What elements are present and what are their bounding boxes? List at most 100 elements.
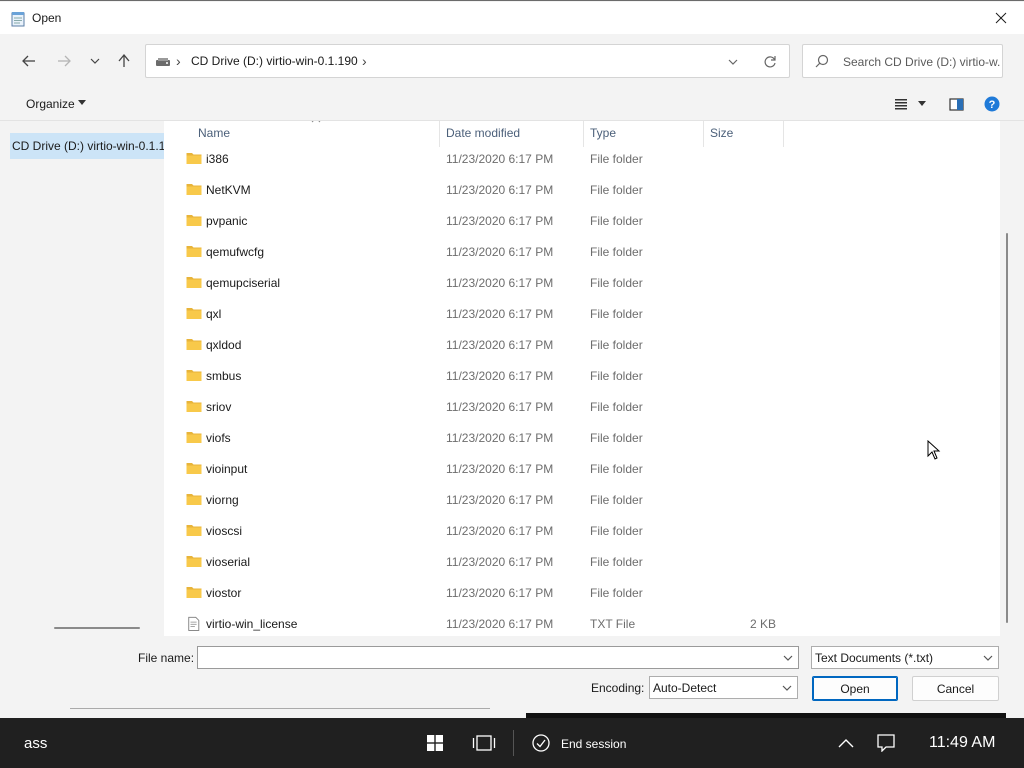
- breadcrumb-separator: ›: [176, 53, 181, 69]
- file-type: File folder: [590, 493, 643, 507]
- search-input[interactable]: [843, 53, 1001, 71]
- file-row[interactable]: qemupciserial 11/23/2020 6:17 PM File fold…: [164, 267, 1000, 298]
- file-name: qemupciserial: [206, 276, 281, 290]
- file-type: TXT File: [590, 617, 636, 631]
- file-row[interactable]: vioscsi 11/23/2020 6:17 PM File folder: [164, 515, 1000, 546]
- file-name: vioscsi: [206, 524, 243, 538]
- file-row[interactable]: i386 11/23/2020 6:17 PM File folder: [164, 143, 1000, 174]
- navpane-horizontal-scrollbar[interactable]: [10, 621, 164, 631]
- scrollbar-thumb[interactable]: [54, 627, 140, 629]
- chevron-down-icon: [728, 59, 738, 65]
- encoding-select[interactable]: Auto-Detect: [649, 676, 798, 699]
- caret-down-icon: [78, 100, 86, 105]
- file-type: File folder: [590, 431, 643, 445]
- file-row[interactable]: viofs 11/23/2020 6:17 PM File folder: [164, 422, 1000, 453]
- change-view-button[interactable]: [894, 96, 926, 112]
- file-name-dropdown-button[interactable]: [781, 651, 795, 665]
- navigation-pane: CD Drive (D:) virtio-win-0.1.190: [0, 121, 164, 631]
- file-list-vertical-scrollbar[interactable]: [1000, 121, 1012, 636]
- drive-icon: [156, 58, 170, 66]
- folder-icon: [186, 153, 202, 164]
- command-bar: Organize ?: [0, 87, 1024, 121]
- up-button[interactable]: [112, 49, 136, 73]
- task-view-button[interactable]: [472, 734, 496, 752]
- refresh-button[interactable]: [760, 53, 780, 71]
- file-date-modified: 11/23/2020 6:17 PM: [446, 183, 554, 197]
- address-history-button[interactable]: [724, 53, 742, 71]
- end-session-button[interactable]: [531, 734, 551, 752]
- file-type: File folder: [590, 462, 643, 476]
- file-name-field[interactable]: [202, 650, 772, 666]
- file-row[interactable]: qxldod 11/23/2020 6:17 PM File folder: [164, 329, 1000, 360]
- file-name-combobox[interactable]: [197, 646, 799, 669]
- folder-icon: [186, 494, 202, 505]
- file-name-label: File name:: [138, 651, 195, 665]
- address-bar[interactable]: › CD Drive (D:) virtio-win-0.1.190 ›: [145, 44, 790, 78]
- svg-text:?: ?: [989, 99, 996, 111]
- file-row[interactable]: viorng 11/23/2020 6:17 PM File folder: [164, 484, 1000, 515]
- clock[interactable]: 11:49 AM: [929, 734, 995, 752]
- notepad-icon: [11, 12, 25, 27]
- file-row[interactable]: qxl 11/23/2020 6:17 PM File folder: [164, 298, 1000, 329]
- details-view-icon: [895, 99, 907, 110]
- start-button[interactable]: [425, 734, 445, 752]
- file-row[interactable]: NetKVM 11/23/2020 6:17 PM File folder: [164, 174, 1000, 205]
- open-button[interactable]: Open: [812, 676, 898, 701]
- address-path: CD Drive (D:) virtio-win-0.1.190: [191, 54, 358, 68]
- file-type: File folder: [590, 400, 643, 414]
- tray-overflow-button[interactable]: [836, 734, 856, 752]
- background-window-strip: [0, 705, 1024, 718]
- close-button[interactable]: [978, 2, 1024, 34]
- file-name: qemufwcfg: [206, 245, 265, 259]
- column-header-size-label: Size: [710, 126, 734, 140]
- file-row[interactable]: viostor 11/23/2020 6:17 PM File folder: [164, 577, 1000, 608]
- search-box[interactable]: [802, 44, 1003, 78]
- file-date-modified: 11/23/2020 6:17 PM: [446, 431, 554, 445]
- column-header-name-label: Name: [198, 126, 231, 140]
- file-row[interactable]: pvpanic 11/23/2020 6:17 PM File folder: [164, 205, 1000, 236]
- file-date-modified: 11/23/2020 6:17 PM: [446, 586, 554, 600]
- scrollbar-thumb[interactable]: [1006, 233, 1008, 623]
- file-name: vioserial: [206, 555, 251, 569]
- file-date-modified: 11/23/2020 6:17 PM: [446, 152, 554, 166]
- cancel-button[interactable]: Cancel: [912, 676, 999, 701]
- arrow-right-icon: [58, 55, 71, 67]
- file-type: File folder: [590, 338, 643, 352]
- folder-icon: [186, 277, 202, 288]
- file-row[interactable]: vioinput 11/23/2020 6:17 PM File folder: [164, 453, 1000, 484]
- breadcrumb-separator[interactable]: ›: [362, 53, 367, 69]
- sort-ascending-icon: [311, 121, 321, 123]
- navigation-bar: › CD Drive (D:) virtio-win-0.1.190 ›: [0, 35, 1024, 87]
- preview-pane-button[interactable]: [949, 96, 964, 112]
- file-type: File folder: [590, 214, 643, 228]
- back-button[interactable]: [17, 49, 41, 73]
- file-row[interactable]: virtio-win_license 11/23/2020 6:17 PM TXT …: [164, 608, 1000, 636]
- file-row[interactable]: vioserial 11/23/2020 6:17 PM File folder: [164, 546, 1000, 577]
- notification-button[interactable]: [876, 734, 896, 752]
- file-date-modified: 11/23/2020 6:17 PM: [446, 307, 554, 321]
- file-date-modified: 11/23/2020 6:17 PM: [446, 524, 554, 538]
- file-date-modified: 11/23/2020 6:17 PM: [446, 276, 554, 290]
- chevron-up-icon: [838, 739, 854, 748]
- file-type: File folder: [590, 276, 643, 290]
- folder-icon: [186, 308, 202, 319]
- file-name: i386: [206, 152, 229, 166]
- arrow-up-icon: [118, 54, 130, 67]
- end-session-label[interactable]: End session: [561, 737, 626, 751]
- taskbar-user-name: ass: [24, 735, 48, 752]
- file-row[interactable]: sriov 11/23/2020 6:17 PM File folder: [164, 391, 1000, 422]
- folder-icon: [186, 463, 202, 474]
- recent-locations-button[interactable]: [83, 49, 107, 73]
- file-type-select[interactable]: Text Documents (*.txt): [811, 646, 999, 669]
- organize-button[interactable]: Organize: [26, 97, 75, 111]
- file-date-modified: 11/23/2020 6:17 PM: [446, 338, 554, 352]
- file-row[interactable]: smbus 11/23/2020 6:17 PM File folder: [164, 360, 1000, 391]
- navpane-item-cd-drive[interactable]: CD Drive (D:) virtio-win-0.1.190: [10, 133, 164, 159]
- file-date-modified: 11/23/2020 6:17 PM: [446, 617, 554, 631]
- forward-button[interactable]: [52, 49, 76, 73]
- file-name: vioinput: [206, 462, 248, 476]
- file-row[interactable]: qemufwcfg 11/23/2020 6:17 PM File folder: [164, 236, 1000, 267]
- help-button[interactable]: ?: [984, 96, 1000, 112]
- file-list: Name Date modified Type Size i386 11/23/2…: [164, 121, 1000, 636]
- folder-icon: [186, 339, 202, 350]
